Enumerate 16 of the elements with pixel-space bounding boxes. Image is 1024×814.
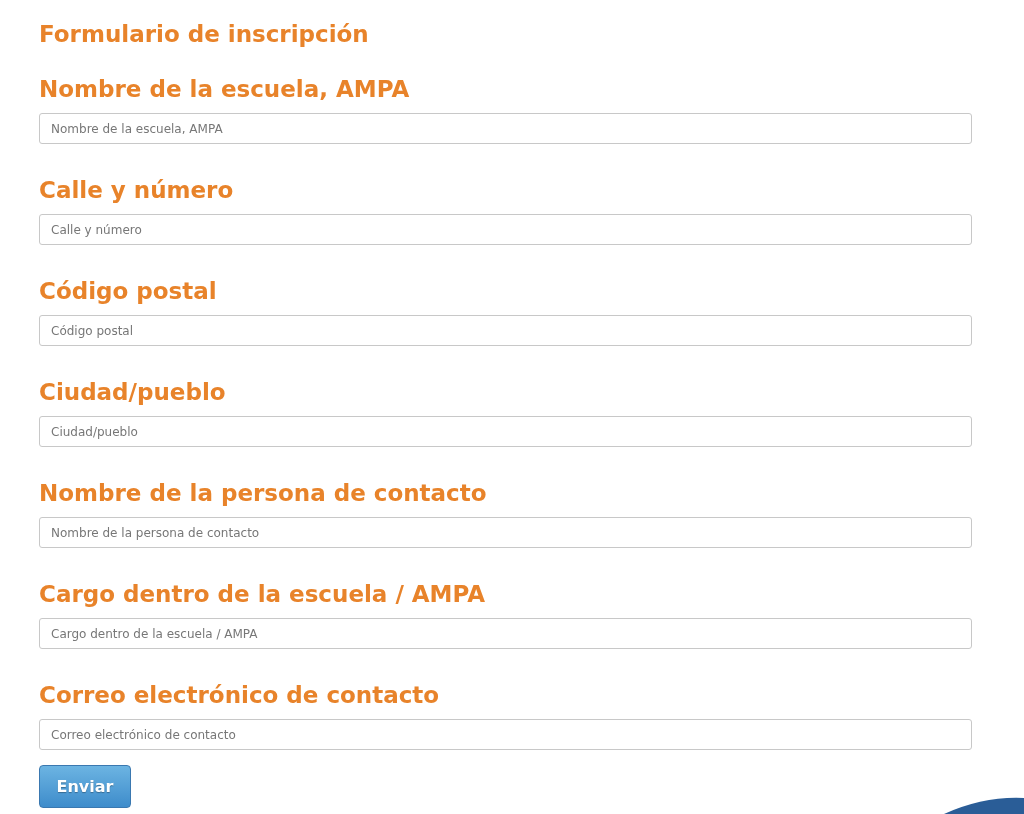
input-field[interactable]: Ciudad/pueblo [39,416,972,447]
input-field[interactable]: Nombre de la persona de contacto [39,517,972,548]
field-label: Correo electrónico de contacto [39,681,441,710]
input-field[interactable]: Calle y número [39,214,972,245]
input-field[interactable]: Nombre de la escuela, AMPA [39,113,972,144]
field-label: Ciudad/pueblo [39,378,227,407]
input-field[interactable]: Correo electrónico de contacto [39,719,972,750]
form-title: Formulario de inscripción [39,20,370,48]
input-field[interactable]: Código postal [39,315,972,346]
submit-button[interactable]: Enviar [39,765,131,808]
field-label: Nombre de la escuela, AMPA [39,75,411,104]
input-field[interactable]: Cargo dentro de la escuela / AMPA [39,618,972,649]
field-label: Cargo dentro de la escuela / AMPA [39,580,487,609]
field-label: Nombre de la persona de contacto [39,479,488,508]
field-label: Código postal [39,277,218,306]
field-label: Calle y número [39,176,235,205]
